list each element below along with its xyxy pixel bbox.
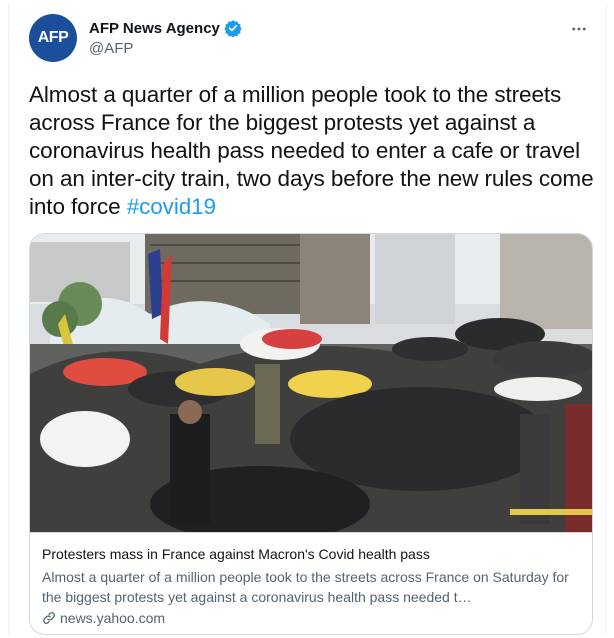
author-handle[interactable]: @AFP [89,40,133,57]
link-icon [43,612,55,624]
tweet-text: Almost a quarter of a million people too… [29,81,599,221]
more-options-button[interactable] [567,17,591,41]
card-image [30,234,592,532]
tweet: AFP AFP News Agency @AFP Almost a quarte… [8,3,606,635]
avatar[interactable]: AFP [29,14,77,62]
verified-icon [224,20,242,37]
card-divider [30,532,592,533]
tweet-body: Almost a quarter of a million people too… [29,82,594,219]
more-icon [572,27,586,31]
card-title[interactable]: Protesters mass in France against Macron… [42,546,430,562]
card-domain-text: news.yahoo.com [60,610,166,626]
hashtag-link[interactable]: #covid19 [127,194,216,219]
author-name-row: AFP News Agency [89,19,242,37]
link-card[interactable]: Protesters mass in France against Macron… [29,233,593,635]
card-description: Almost a quarter of a million people too… [42,569,569,605]
card-domain[interactable]: news.yahoo.com [42,610,165,626]
author-display-name[interactable]: AFP News Agency [89,20,220,37]
